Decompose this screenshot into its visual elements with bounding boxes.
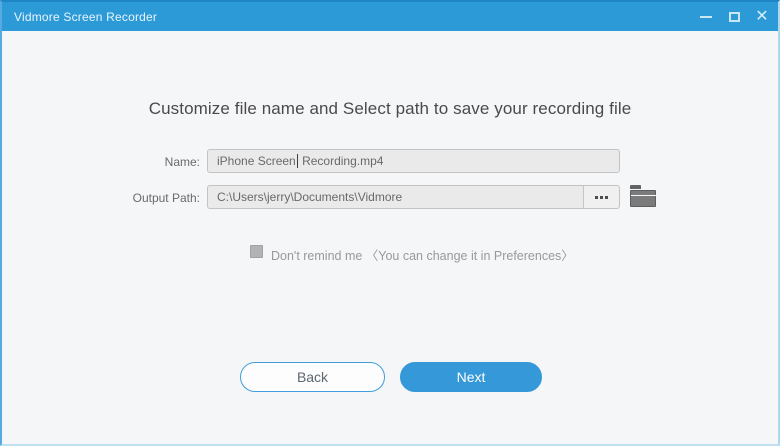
maximize-button[interactable] bbox=[726, 9, 742, 25]
app-window: Vidmore Screen Recorder ✕ Customize file… bbox=[0, 0, 780, 446]
minimize-icon bbox=[700, 15, 712, 18]
next-button[interactable]: Next bbox=[400, 362, 542, 392]
window-controls: ✕ bbox=[698, 2, 770, 31]
ellipsis-dots-icon bbox=[595, 195, 598, 199]
output-path-input[interactable]: C:\Users\jerry\Documents\Vidmore bbox=[207, 185, 620, 209]
browse-path-button[interactable] bbox=[583, 186, 619, 208]
open-folder-button[interactable] bbox=[630, 185, 657, 207]
text-caret bbox=[296, 154, 298, 169]
back-button[interactable]: Back bbox=[240, 362, 385, 392]
close-icon: ✕ bbox=[755, 7, 769, 25]
file-name-value: iPhone Screen Recording.mp4 bbox=[217, 153, 384, 169]
dont-remind-label[interactable]: Don't remind me 〈You can change it in Pr… bbox=[271, 245, 574, 264]
minimize-button[interactable] bbox=[698, 9, 714, 25]
open-folder-icon bbox=[630, 185, 641, 189]
dont-remind-checkbox[interactable] bbox=[250, 245, 263, 258]
maximize-icon bbox=[728, 11, 740, 22]
output-path-label: Output Path: bbox=[132, 191, 200, 205]
output-path-value: C:\Users\jerry\Documents\Vidmore bbox=[217, 190, 403, 204]
page-title: Customize file name and Select path to s… bbox=[148, 99, 632, 118]
file-name-input[interactable]: iPhone Screen Recording.mp4 bbox=[207, 149, 620, 173]
name-field-label: Name: bbox=[164, 155, 200, 169]
window-title: Vidmore Screen Recorder bbox=[14, 9, 158, 24]
titlebar: Vidmore Screen Recorder ✕ bbox=[2, 2, 778, 31]
close-button[interactable]: ✕ bbox=[754, 7, 770, 25]
